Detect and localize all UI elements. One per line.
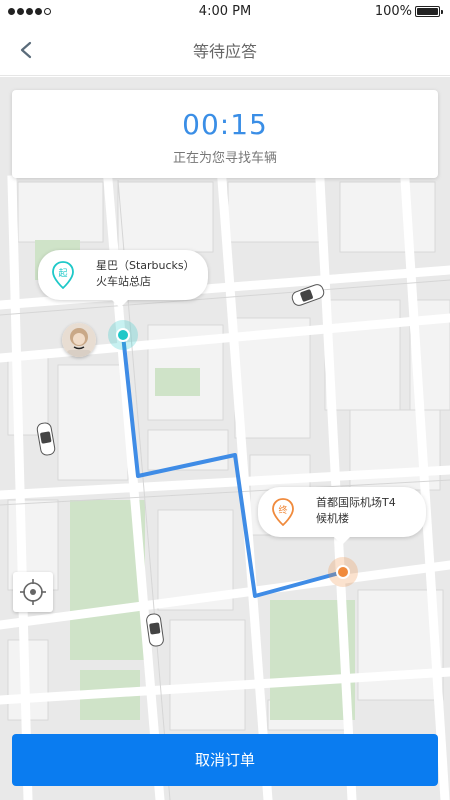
start-pin-icon: 起 [52, 261, 74, 289]
end-address-line1: 首都国际机场T4 [316, 496, 396, 509]
start-address-line2: 火车站总店 [96, 275, 151, 288]
timer-card: 00:15 正在为您寻找车辆 [12, 90, 438, 178]
car-icon [291, 284, 325, 306]
page-title: 等待应答 [192, 42, 257, 61]
map-view[interactable] [0, 77, 450, 800]
cancel-order-button[interactable]: 取消订单 [12, 734, 438, 786]
start-address: 星巴（Starbucks） 火车站总店 [96, 258, 195, 290]
start-badge: 起 [58, 268, 67, 279]
crosshair-icon [20, 579, 46, 605]
battery-percent: 100% [374, 4, 412, 19]
start-address-line1: 星巴（Starbucks） [96, 259, 195, 272]
map-roads [0, 77, 450, 800]
end-address-line2: 候机楼 [316, 512, 349, 525]
start-location-bubble[interactable]: 起 星巴（Starbucks） 火车站总店 [38, 250, 208, 308]
end-pin-icon: 终 [272, 498, 294, 526]
car-icon [146, 613, 164, 647]
avatar[interactable] [62, 323, 96, 357]
battery-icon [415, 6, 443, 17]
nav-bar: 等待应答 [0, 24, 450, 76]
searching-status: 正在为您寻找车辆 [172, 151, 277, 166]
locate-button[interactable] [13, 572, 53, 612]
end-badge: 终 [278, 504, 287, 516]
end-location-bubble[interactable]: 终 首都国际机场T4 候机楼 [258, 487, 426, 545]
car-icon [36, 422, 56, 456]
end-address: 首都国际机场T4 候机楼 [316, 495, 396, 527]
user-avatar-icon [62, 323, 96, 357]
wait-timer: 00:15 [182, 108, 268, 141]
status-bar: 4:00 PM 100% [0, 0, 450, 24]
